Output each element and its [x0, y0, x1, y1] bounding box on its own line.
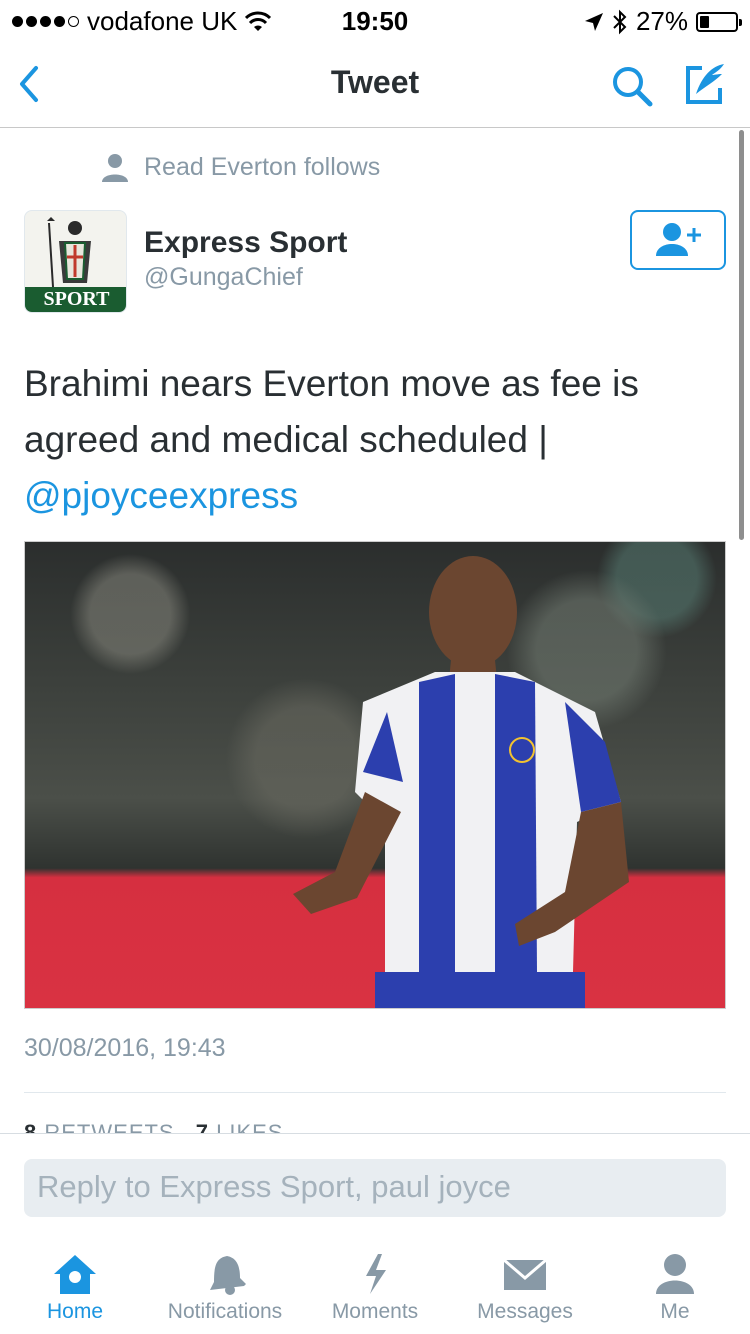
social-context-text: Read Everton follows — [144, 152, 381, 181]
tab-label: Notifications — [167, 1300, 283, 1323]
follow-button[interactable] — [630, 210, 726, 270]
tab-label: Me — [660, 1300, 690, 1323]
divider — [24, 1092, 726, 1093]
home-icon — [54, 1255, 96, 1294]
reply-input[interactable]: Reply to Express Sport, paul joyce — [24, 1159, 726, 1217]
footballer-photo-icon — [293, 556, 629, 1008]
nav-bar: Tweet — [0, 40, 750, 128]
tab-notifications[interactable]: Notifications — [150, 1240, 300, 1324]
compose-icon[interactable] — [682, 60, 730, 108]
person-icon — [102, 154, 128, 182]
retweets-count: 8 — [24, 1120, 38, 1133]
tab-label: Messages — [477, 1300, 573, 1323]
reply-bar: Reply to Express Sport, paul joyce — [0, 1133, 750, 1229]
tweet-body: Brahimi nears Everton move as fee is agr… — [24, 363, 639, 460]
mention-link[interactable]: @pjoyceexpress — [24, 468, 724, 524]
retweets-label: RETWEETS — [44, 1120, 175, 1133]
tab-moments[interactable]: Moments — [300, 1240, 450, 1324]
tab-me[interactable]: Me — [600, 1240, 750, 1324]
likes-label: LIKES — [216, 1120, 284, 1133]
avatar-label: SPORT — [25, 287, 126, 312]
search-icon[interactable] — [608, 62, 656, 110]
knight-logo-icon — [47, 217, 91, 288]
status-bar: vodafone UK 19:50 27% — [0, 0, 750, 40]
tab-messages[interactable]: Messages — [450, 1240, 600, 1324]
avatar[interactable]: SPORT — [24, 210, 127, 313]
tab-bar: Home Notifications Moments Messages Me — [0, 1240, 750, 1334]
tweet-text: Brahimi nears Everton move as fee is agr… — [24, 356, 724, 524]
social-context[interactable]: Read Everton follows — [100, 152, 380, 182]
author-handle[interactable]: @GungaChief — [144, 263, 303, 292]
author-name[interactable]: Express Sport — [144, 226, 347, 260]
tweet-photo[interactable] — [24, 541, 726, 1009]
bell-icon — [210, 1256, 246, 1295]
battery-percent: 27% — [635, 6, 688, 36]
tab-label: Home — [46, 1300, 104, 1323]
battery-icon — [696, 11, 742, 32]
person-icon — [656, 1254, 694, 1294]
tweet-stats[interactable]: 8 RETWEETS 7 LIKES — [24, 1120, 724, 1133]
tab-label: Moments — [331, 1300, 419, 1323]
tab-home[interactable]: Home — [0, 1240, 150, 1324]
likes-count: 7 — [195, 1120, 209, 1133]
status-right: 27% — [584, 6, 742, 37]
lightning-icon — [366, 1254, 386, 1294]
envelope-icon — [503, 1258, 547, 1290]
location-arrow-icon — [584, 12, 603, 31]
bluetooth-icon — [613, 9, 627, 34]
tweet-timestamp: 30/08/2016, 19:43 — [24, 1034, 226, 1062]
add-user-icon — [656, 223, 701, 256]
scrollbar[interactable] — [739, 130, 744, 540]
